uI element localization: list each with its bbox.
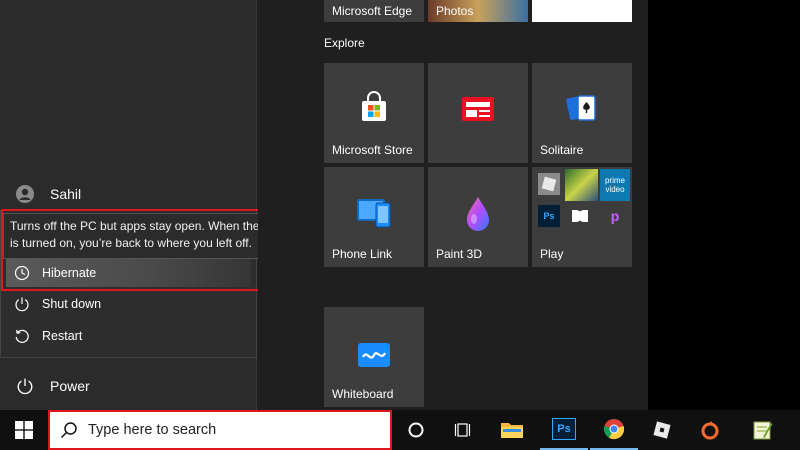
taskbar-search-box[interactable]: Type here to search (48, 410, 392, 450)
notepad-plus-icon[interactable] (738, 410, 786, 450)
task-view-icon[interactable] (440, 410, 488, 450)
tile-label: Photos (436, 4, 474, 18)
start-button[interactable] (0, 410, 48, 450)
restart-label: Restart (42, 329, 83, 343)
dolby-icon (569, 205, 591, 227)
windows-logo-icon (15, 421, 33, 439)
photoshop-icon[interactable]: Ps (540, 410, 588, 450)
chrome-icon[interactable] (590, 410, 638, 450)
tile-paint-3d[interactable]: Paint 3D (428, 167, 528, 267)
roblox-mini-icon (538, 173, 560, 195)
paint3d-icon (467, 197, 489, 231)
tile-label: Solitaire (540, 143, 584, 157)
tile-microsoft-store[interactable]: Microsoft Store (324, 63, 424, 163)
phone-link-icon (357, 199, 391, 228)
roblox-icon[interactable] (638, 410, 686, 450)
picsart-icon: p (610, 208, 620, 224)
tile-label: Paint 3D (436, 247, 483, 261)
news-icon (462, 97, 494, 121)
tile-label: Microsoft Edge (332, 4, 413, 18)
file-explorer-icon[interactable] (488, 410, 536, 450)
cards-icon (566, 95, 596, 121)
power-icon (6, 296, 38, 312)
cortana-icon[interactable] (392, 410, 440, 450)
photoshop-label: Ps (552, 418, 576, 440)
tile-play-folder[interactable]: prime video Ps p Play (532, 167, 632, 267)
user-account-row[interactable]: Sahil (0, 178, 257, 210)
tile-solitaire[interactable]: Solitaire (532, 63, 632, 163)
shut-down-menu-item[interactable]: Shut down (6, 289, 251, 319)
whiteboard-icon (358, 343, 390, 367)
tile-label: Microsoft Store (332, 143, 413, 157)
power-label: Power (50, 378, 90, 394)
power-icon (0, 377, 50, 395)
clock-icon (6, 265, 38, 281)
restart-menu-item[interactable]: Restart (6, 321, 251, 351)
power-button[interactable]: Power (0, 370, 257, 402)
restart-icon (6, 328, 38, 344)
prime-video-label: prime video (604, 176, 625, 194)
tile-label: Whiteboard (332, 387, 394, 401)
prime-video-icon: prime video (600, 169, 630, 201)
desktop-background (648, 0, 800, 410)
tile-group-title: Explore (324, 36, 365, 50)
tile-blank-white[interactable] (532, 0, 632, 22)
tile-microsoft-edge[interactable]: Microsoft Edge (324, 0, 424, 22)
search-placeholder: Type here to search (88, 422, 217, 438)
tile-news[interactable] (428, 63, 528, 163)
user-avatar-icon (0, 184, 50, 204)
tile-label: Phone Link (332, 247, 393, 261)
tile-label: Play (540, 247, 564, 261)
taskbar: Type here to search Ps (0, 410, 800, 450)
origin-icon[interactable] (686, 410, 734, 450)
game-thumbnail-icon (565, 169, 598, 201)
shut-down-label: Shut down (42, 297, 102, 311)
tile-photos[interactable]: Photos (428, 0, 528, 22)
user-name: Sahil (50, 186, 82, 202)
search-icon (50, 421, 88, 439)
tile-whiteboard[interactable]: Whiteboard (324, 307, 424, 407)
store-icon (362, 91, 386, 121)
hibernate-menu-item[interactable]: Hibernate (6, 259, 251, 287)
hibernate-tooltip: Turns off the PC but apps stay open. Whe… (3, 213, 293, 259)
photoshop-mini-icon: Ps (538, 205, 560, 227)
hibernate-label: Hibernate (42, 266, 97, 280)
tile-phone-link[interactable]: Phone Link (324, 167, 424, 267)
